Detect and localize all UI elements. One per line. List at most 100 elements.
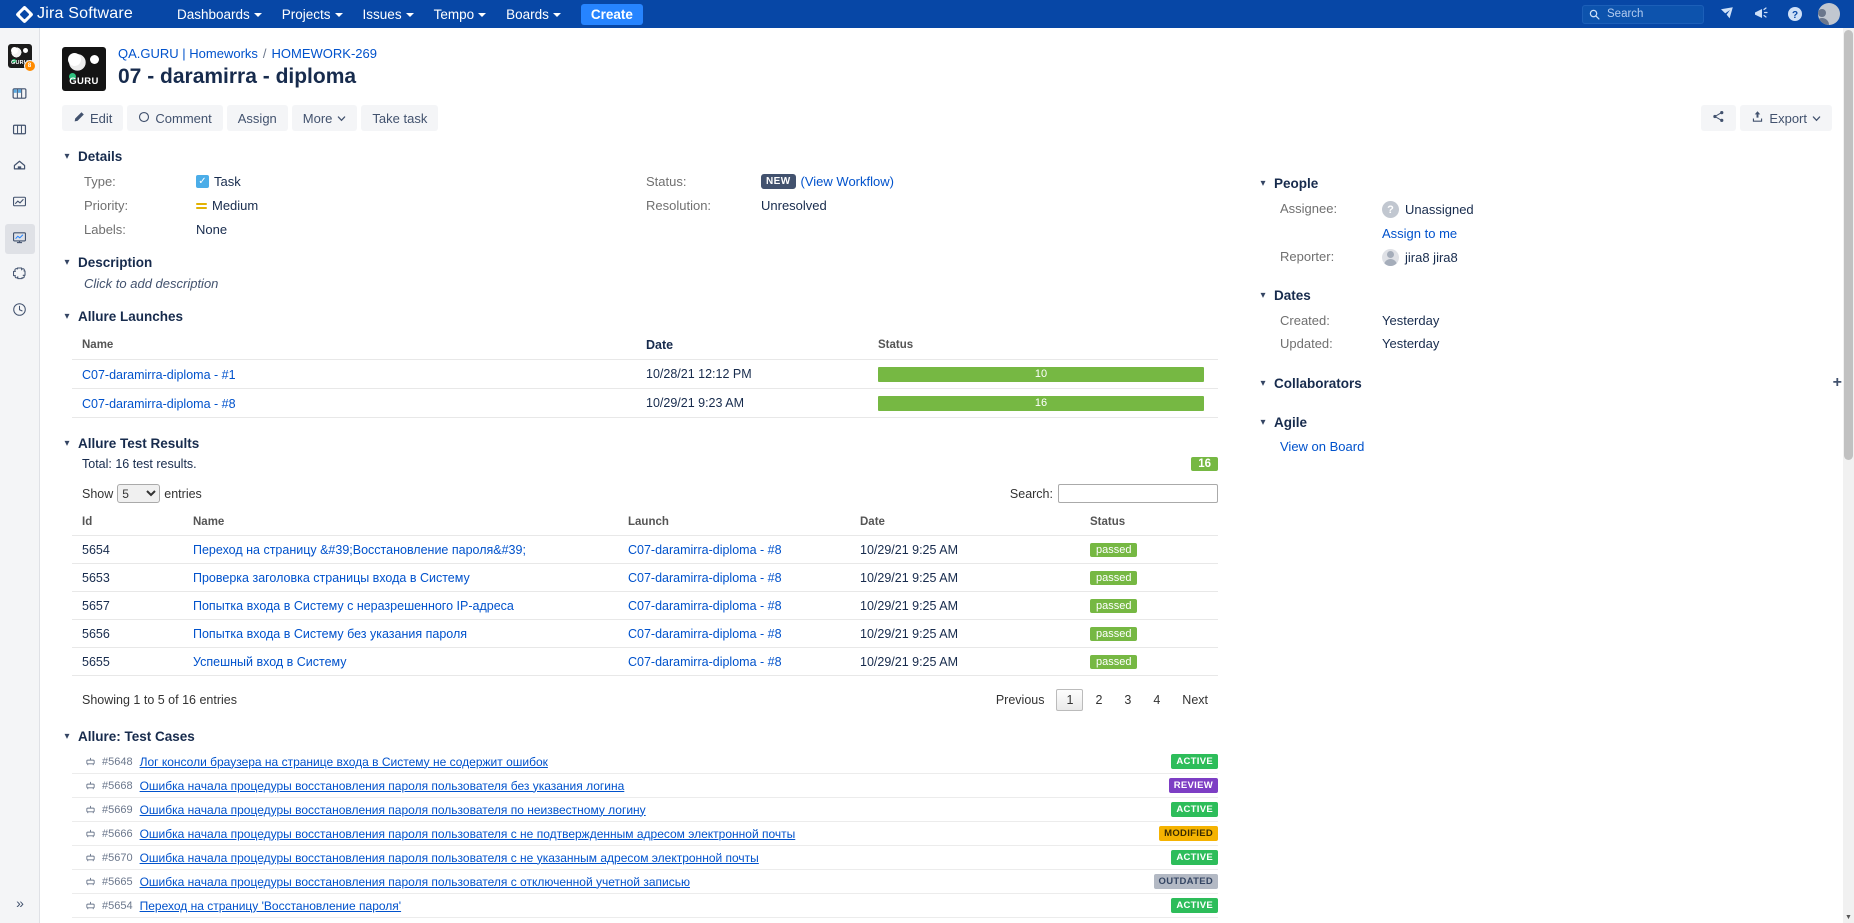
breadcrumb-issue-link[interactable]: HOMEWORK-269 bbox=[272, 46, 377, 62]
pagination-next[interactable]: Next bbox=[1172, 689, 1218, 711]
assign-to-me-link[interactable]: Assign to me bbox=[1382, 226, 1457, 241]
breadcrumb-project-link[interactable]: QA.GURU | Homeworks bbox=[118, 46, 258, 62]
test-case-link[interactable]: Ошибка начала процедуры восстановления п… bbox=[140, 827, 796, 841]
nav-item-boards[interactable]: Boards bbox=[496, 0, 571, 28]
sidebar-expand-button[interactable]: » bbox=[0, 889, 40, 917]
result-launch-link[interactable]: C07-daramirra-diploma - #8 bbox=[628, 543, 782, 557]
notifications-icon[interactable] bbox=[1716, 3, 1738, 25]
agile-body: View on Board bbox=[1280, 438, 1854, 454]
take-task-button[interactable]: Take task bbox=[361, 105, 439, 131]
edit-button[interactable]: Edit bbox=[62, 105, 124, 131]
result-launch-cell: C07-daramirra-diploma - #8 bbox=[628, 627, 860, 641]
task-type-icon: ✓ bbox=[196, 175, 209, 188]
avatar-body bbox=[1818, 18, 1829, 25]
result-date: 10/29/21 9:25 AM bbox=[860, 598, 958, 613]
test-case-link[interactable]: Ошибка начала процедуры восстановления п… bbox=[140, 779, 625, 793]
share-button[interactable] bbox=[1701, 105, 1737, 131]
dates-section-header[interactable]: ▾ Dates bbox=[1258, 288, 1854, 303]
dates-section: ▾ Dates Created: Yesterday Updated: Yest… bbox=[1258, 288, 1854, 351]
jira-brand-logo[interactable]: Jira Software bbox=[15, 4, 133, 24]
test-results-table: Id Name Launch Date Status 5654 Переход … bbox=[72, 512, 1218, 676]
logo-dot-2 bbox=[22, 48, 28, 53]
launch-link[interactable]: C07-daramirra-diploma - #1 bbox=[82, 368, 236, 382]
sidebar-item-clock[interactable] bbox=[5, 296, 35, 326]
labels-label: Labels: bbox=[84, 222, 126, 237]
result-launch-link[interactable]: C07-daramirra-diploma - #8 bbox=[628, 599, 782, 613]
result-name-link[interactable]: Попытка входа в Систему с неразрешенного… bbox=[193, 599, 514, 613]
priority-value: Medium bbox=[212, 198, 259, 213]
launch-status-cell: 10 bbox=[878, 366, 1218, 382]
column-header-name: Name bbox=[82, 339, 114, 351]
sidebar-item-monitor[interactable] bbox=[4, 224, 35, 254]
pagination-row: Showing 1 to 5 of 16 entries Previous 1 … bbox=[72, 689, 1218, 711]
search-input[interactable] bbox=[1058, 484, 1218, 503]
global-search[interactable] bbox=[1582, 4, 1704, 24]
search-input[interactable] bbox=[1605, 5, 1695, 23]
collaborators-section-header[interactable]: ▾ Collaborators + bbox=[1258, 375, 1854, 391]
pagination-page-2[interactable]: 2 bbox=[1085, 689, 1112, 711]
sidebar-item-releases[interactable] bbox=[5, 152, 35, 182]
sidebar-item-board[interactable] bbox=[5, 116, 35, 146]
test-case-link[interactable]: Ошибка начала процедуры восстановления п… bbox=[140, 851, 759, 865]
assign-button[interactable]: Assign bbox=[226, 105, 288, 131]
result-name-link[interactable]: Успешный вход в Систему bbox=[193, 655, 347, 669]
toolbar-right-group: Export bbox=[1701, 105, 1832, 131]
nav-item-tempo[interactable]: Tempo bbox=[424, 0, 497, 28]
result-name-link[interactable]: Попытка входа в Систему без указания пар… bbox=[193, 627, 467, 641]
result-launch-link[interactable]: C07-daramirra-diploma - #8 bbox=[628, 655, 782, 669]
sidebar-item-backlog[interactable] bbox=[5, 80, 35, 110]
create-button[interactable]: Create bbox=[580, 3, 643, 25]
help-icon[interactable]: ? bbox=[1784, 3, 1806, 25]
more-button[interactable]: More bbox=[291, 105, 358, 131]
launch-link[interactable]: C07-daramirra-diploma - #8 bbox=[82, 397, 236, 411]
search-group: Search: bbox=[1010, 484, 1218, 503]
nav-item-projects[interactable]: Projects bbox=[272, 0, 353, 28]
project-avatar-icon[interactable]: GURU 8 bbox=[7, 44, 36, 72]
people-heading: People bbox=[1274, 176, 1319, 191]
add-collaborator-icon[interactable]: + bbox=[1833, 375, 1842, 391]
test-case-link[interactable]: Переход на страницу 'Восстановление паро… bbox=[140, 899, 401, 913]
test-case-link[interactable]: Ошибка начала процедуры восстановления п… bbox=[140, 803, 646, 817]
user-avatar[interactable] bbox=[1818, 3, 1840, 25]
nav-item-dashboards[interactable]: Dashboards bbox=[167, 0, 272, 28]
comment-button[interactable]: Comment bbox=[127, 105, 223, 131]
updated-label: Updated: bbox=[1280, 336, 1333, 351]
result-name-cell: Попытка входа в Систему с неразрешенного… bbox=[193, 599, 628, 613]
pagination-page-4[interactable]: 4 bbox=[1143, 689, 1170, 711]
view-workflow-link[interactable]: (View Workflow) bbox=[801, 174, 894, 189]
people-section-header[interactable]: ▾ People bbox=[1258, 176, 1854, 191]
test-cases-list: #5648 Лог консоли браузера на странице в… bbox=[72, 750, 1218, 918]
showing-entries-text: Showing 1 to 5 of 16 entries bbox=[82, 693, 237, 707]
column-header-name: Name bbox=[193, 516, 225, 528]
type-value-cell: ✓ Task bbox=[196, 174, 646, 189]
result-name-link[interactable]: Проверка заголовка страницы входа в Сист… bbox=[193, 571, 470, 585]
description-heading: Description bbox=[78, 255, 153, 270]
pagination-page-3[interactable]: 3 bbox=[1114, 689, 1141, 711]
nav-item-issues[interactable]: Issues bbox=[353, 0, 424, 28]
pagination-page-1[interactable]: 1 bbox=[1056, 689, 1084, 711]
test-case-link[interactable]: Лог консоли браузера на странице входа в… bbox=[140, 755, 548, 769]
scroll-down-arrow-icon[interactable]: ▼ bbox=[1843, 912, 1854, 923]
page-size-select[interactable]: 5 10 25 50 100 bbox=[117, 484, 161, 503]
view-on-board-link[interactable]: View on Board bbox=[1280, 439, 1364, 454]
result-name-link[interactable]: Переход на страницу &#39;Восстановление … bbox=[193, 543, 526, 557]
test-case-link[interactable]: Ошибка начала процедуры восстановления п… bbox=[140, 875, 690, 889]
scrollbar-thumb[interactable] bbox=[1844, 30, 1853, 460]
allure-test-cases-section-header[interactable]: ▾ Allure: Test Cases bbox=[62, 729, 1832, 744]
vertical-scrollbar[interactable]: ▲ ▼ bbox=[1843, 28, 1854, 923]
pagination-previous[interactable]: Previous bbox=[986, 689, 1055, 711]
comment-icon bbox=[138, 111, 150, 126]
export-button[interactable]: Export bbox=[1740, 105, 1832, 131]
test-case-icon bbox=[84, 780, 96, 792]
sidebar-item-add-ons[interactable] bbox=[5, 260, 35, 290]
chevron-down-icon: ▾ bbox=[1260, 178, 1266, 189]
result-launch-link[interactable]: C07-daramirra-diploma - #8 bbox=[628, 627, 782, 641]
announcements-icon[interactable] bbox=[1750, 3, 1772, 25]
result-launch-link[interactable]: C07-daramirra-diploma - #8 bbox=[628, 571, 782, 585]
details-section-header[interactable]: ▾ Details bbox=[62, 149, 1832, 164]
issue-toolbar: Edit Comment Assign More Take task Expor… bbox=[62, 105, 1832, 131]
list-item: #5670 Ошибка начала процедуры восстановл… bbox=[72, 846, 1218, 870]
result-date: 10/29/21 9:25 AM bbox=[860, 654, 958, 669]
sidebar-item-reports[interactable] bbox=[5, 188, 35, 218]
agile-section-header[interactable]: ▾ Agile bbox=[1258, 415, 1854, 430]
